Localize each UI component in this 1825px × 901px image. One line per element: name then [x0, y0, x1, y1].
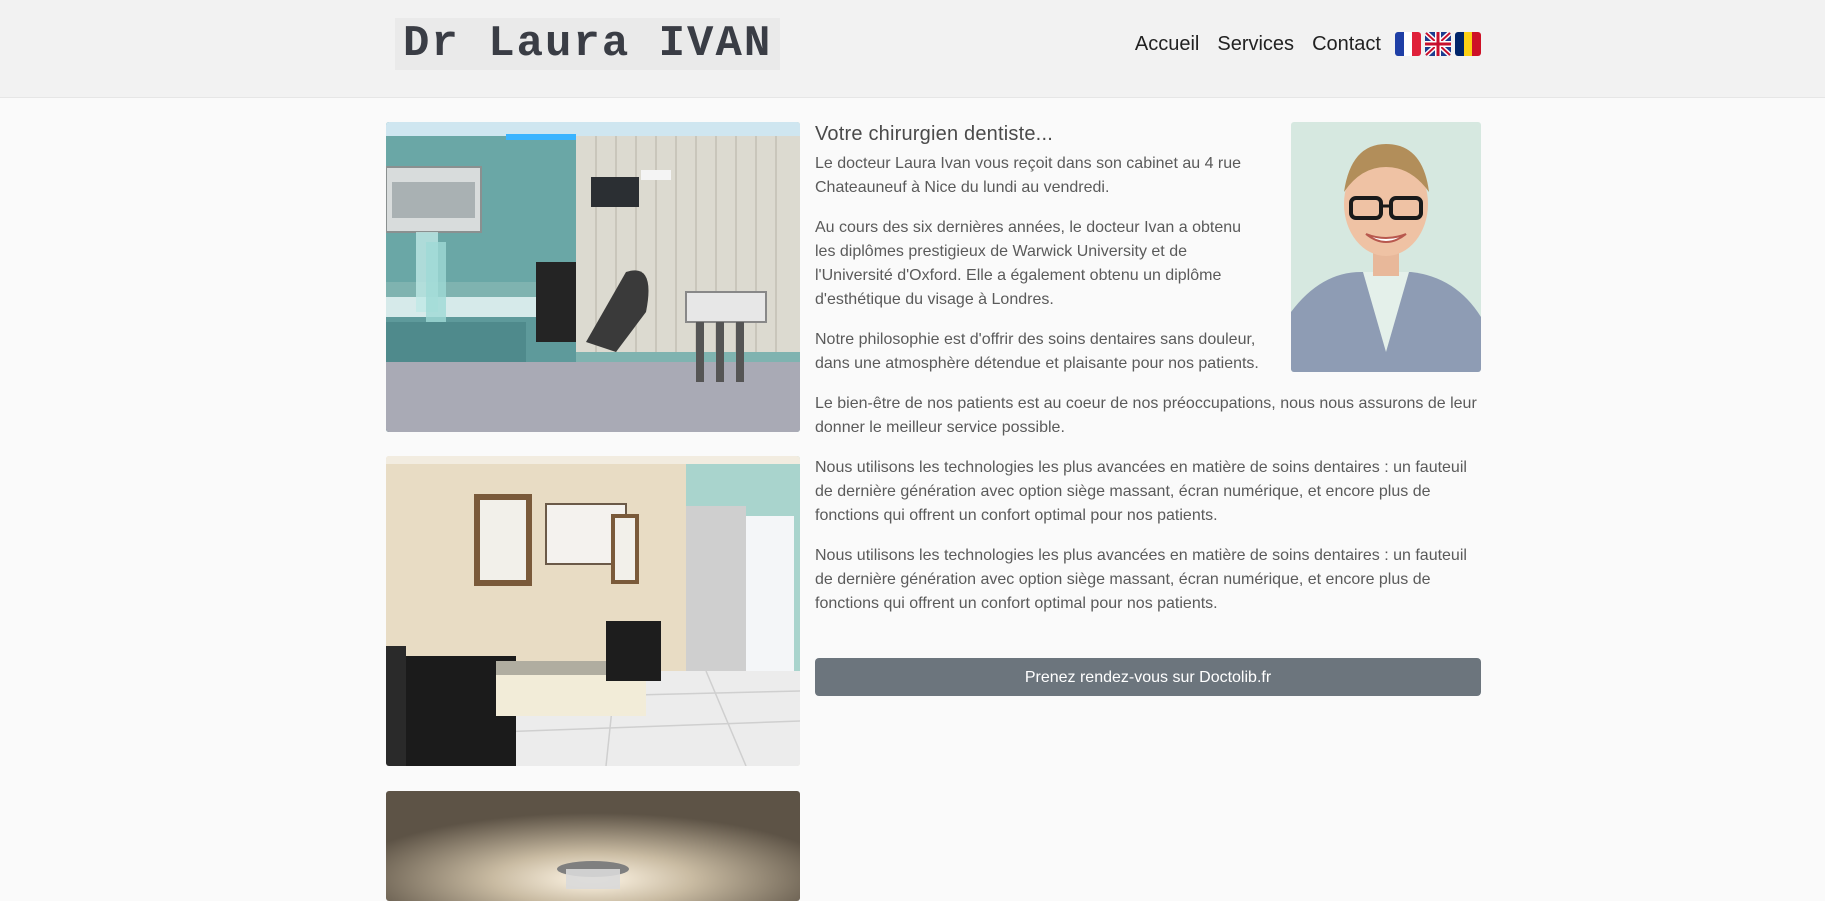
nav-services[interactable]: Services	[1217, 33, 1294, 56]
doctolib-appointment-button[interactable]: Prenez rendez-vous sur Doctolib.fr	[815, 658, 1481, 696]
intro-paragraph: Le docteur Laura Ivan vous reçoit dans s…	[815, 155, 1242, 196]
technology-paragraph-repeat: Nous utilisons les technologies les plus…	[815, 547, 1467, 612]
romanian-flag-icon[interactable]	[1455, 32, 1481, 56]
philosophy-paragraph: Notre philosophie est d'offrir des soins…	[815, 331, 1259, 372]
uk-flag-icon[interactable]	[1425, 32, 1451, 56]
site-header: Dr Laura IVAN Accueil Services Contact	[0, 0, 1825, 98]
dental-office-photo	[386, 122, 800, 432]
technology-paragraph: Nous utilisons les technologies les plus…	[815, 459, 1467, 524]
main-nav: Accueil Services Contact	[1135, 28, 1481, 60]
nav-contact[interactable]: Contact	[1312, 33, 1381, 56]
ceiling-light-photo	[386, 791, 800, 901]
qualifications-paragraph: Au cours des six dernières années, le do…	[815, 219, 1242, 308]
wellbeing-paragraph: Le bien-être de nos patients est au coeu…	[815, 395, 1477, 436]
nav-accueil[interactable]: Accueil	[1135, 33, 1199, 56]
french-flag-icon[interactable]	[1395, 32, 1421, 56]
waiting-room-photo	[386, 456, 800, 766]
page-title: Votre chirurgien dentiste...	[815, 123, 1053, 145]
site-logo[interactable]: Dr Laura IVAN	[395, 18, 781, 70]
main-content: Votre chirurgien dentiste... Le docteur …	[815, 120, 1481, 632]
